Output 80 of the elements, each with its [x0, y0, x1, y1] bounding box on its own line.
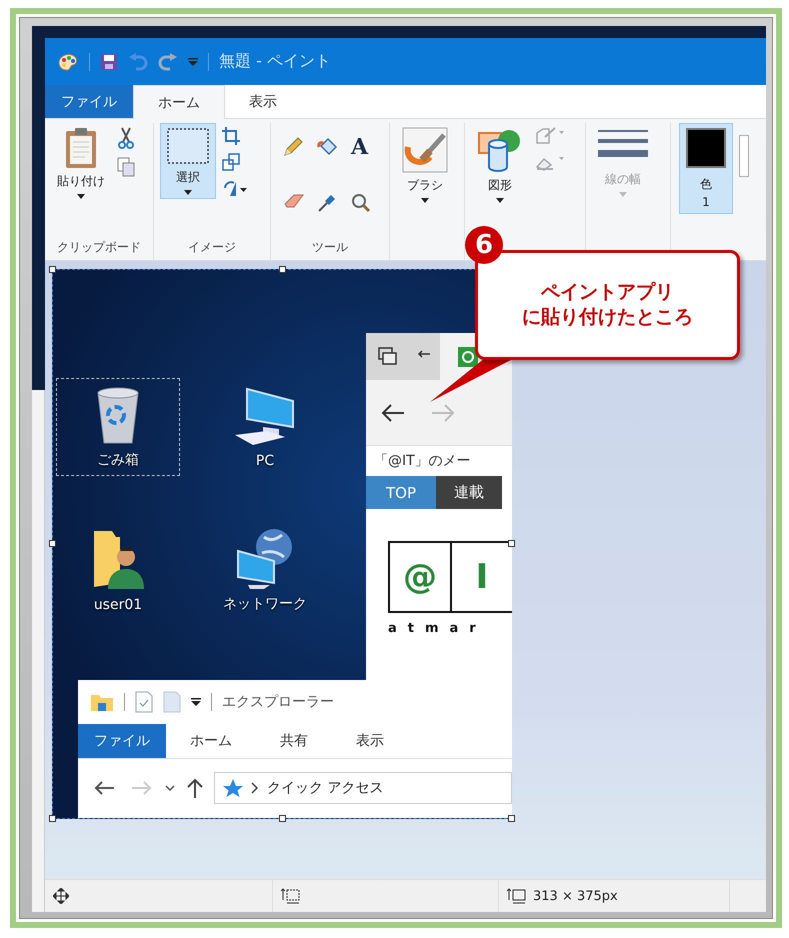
caret-icon	[496, 198, 504, 203]
page-title: 「@IT」のメー	[374, 452, 471, 470]
recent-caret-icon	[164, 783, 176, 793]
ribbon-tab[interactable]: 表示	[225, 85, 301, 118]
desktop-icon[interactable]: ネットワーク	[203, 522, 327, 620]
color-button[interactable]: 色 1	[679, 123, 733, 214]
nav-tab[interactable]: TOP	[366, 476, 436, 509]
desktop-icon[interactable]: PC	[203, 378, 327, 476]
tabs-icon	[378, 346, 398, 366]
resize-handle[interactable]	[508, 540, 515, 547]
up-arrow-icon	[186, 778, 204, 798]
magnifier-icon	[351, 192, 371, 212]
callout-text: に貼り付けたところ	[522, 305, 693, 330]
dropdown-icon	[191, 697, 201, 707]
callout-text: ペイントアプリ	[541, 280, 674, 305]
ribbon-tab[interactable]: 表示	[332, 724, 408, 758]
undo-icon	[128, 52, 148, 70]
logo-letter: @	[390, 543, 452, 611]
desktop-icon[interactable]: ごみ箱	[56, 378, 180, 476]
group-label: イメージ	[188, 238, 236, 256]
pasted-screenshot[interactable]: ごみ箱 PC user01 ネットワーク 「@IT」のメー TOP 連載 @ I atmar エクスプローラー ファイル ホーム 共有 表示 クイック アクセス	[52, 269, 512, 819]
caret-icon	[184, 190, 192, 195]
star-icon	[221, 778, 243, 798]
palette-icon	[57, 52, 79, 72]
clipboard-icon	[64, 127, 98, 169]
resize-handle[interactable]	[279, 815, 286, 822]
resize-handle[interactable]	[49, 815, 56, 822]
ribbon-tab[interactable]: ホーム	[166, 724, 256, 758]
back-arrow-icon	[380, 402, 406, 422]
desktop-icon[interactable]: user01	[56, 522, 180, 620]
selection-icon	[166, 127, 210, 165]
nav-tab[interactable]: 連載	[436, 476, 502, 509]
text-tool[interactable]: A	[351, 137, 379, 157]
brush-button[interactable]: ブラシ	[396, 123, 454, 207]
resize-handle[interactable]	[279, 266, 286, 273]
shapes-icon	[477, 127, 523, 173]
selection-size-icon	[281, 888, 301, 904]
caret-icon	[619, 192, 627, 197]
shapes-button[interactable]: 図形	[471, 123, 529, 207]
pc-icon	[233, 387, 297, 447]
image-size-icon	[507, 888, 527, 904]
window-title: 無題 - ペイント	[219, 51, 331, 72]
new-folder-icon	[163, 691, 181, 713]
dropdown-icon	[188, 56, 198, 66]
paste-button[interactable]: 貼り付け	[51, 123, 111, 203]
copy-icon	[117, 157, 135, 177]
resize-handle[interactable]	[49, 540, 56, 547]
caret-icon	[421, 198, 429, 203]
pencil-icon	[283, 137, 303, 157]
resize-handle[interactable]	[508, 815, 515, 822]
color-swatch[interactable]	[739, 135, 749, 177]
crop-icon	[222, 127, 240, 145]
eraser-icon	[283, 192, 305, 208]
ribbon-tab[interactable]: 共有	[256, 724, 332, 758]
resize-icon	[222, 153, 240, 171]
group-label: ツール	[312, 238, 348, 256]
caret-icon	[77, 194, 85, 199]
group-label: クリップボード	[57, 238, 141, 256]
select-button[interactable]: 選択	[160, 123, 216, 199]
image-size: 313 × 375px	[533, 888, 618, 904]
fill-icon	[317, 137, 339, 157]
window-title: エクスプローラー	[222, 693, 334, 711]
ribbon-tab[interactable]: ファイル	[45, 85, 133, 118]
color-swatch	[686, 128, 726, 168]
scissors-icon	[117, 127, 135, 149]
chevron-icon	[251, 782, 259, 794]
eyedropper-icon	[317, 192, 337, 212]
outline-icon	[535, 127, 565, 145]
address-bar[interactable]: クイック アクセス	[214, 772, 512, 804]
resize-handle[interactable]	[49, 266, 56, 273]
ribbon-tab[interactable]: ホーム	[133, 85, 225, 119]
redo-icon	[158, 52, 178, 70]
rotate-icon	[222, 179, 248, 197]
move-icon	[53, 888, 69, 904]
save-icon	[100, 52, 118, 70]
properties-icon	[135, 691, 153, 713]
forward-arrow-icon	[430, 402, 456, 422]
logo-text: atmar	[388, 621, 487, 636]
brush-icon	[402, 127, 448, 173]
folder-icon	[90, 692, 114, 712]
